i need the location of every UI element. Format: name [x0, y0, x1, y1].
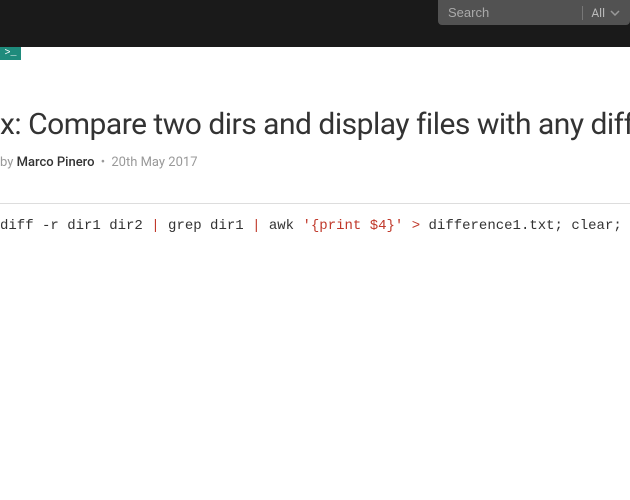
post-date: 20th May 2017 — [111, 155, 197, 170]
page-title: x: Compare two dirs and display files wi… — [0, 107, 630, 142]
search-divider — [582, 6, 583, 20]
search-input[interactable] — [448, 5, 574, 20]
tab-bar: >_ — [0, 47, 630, 60]
content-area: x: Compare two dirs and display files wi… — [0, 60, 630, 234]
code-text: awk — [260, 218, 302, 234]
code-text — [403, 218, 411, 234]
code-pipe: | — [151, 218, 159, 234]
search-filter-label: All — [591, 6, 605, 20]
search-container: All — [438, 0, 630, 25]
code-redirect: > — [412, 218, 420, 234]
post-meta: by Marco Pinero • 20th May 2017 — [0, 155, 630, 170]
code-text: diff -r dir1 dir2 — [0, 218, 151, 234]
by-label: by — [0, 155, 17, 170]
author-link[interactable]: Marco Pinero — [17, 155, 95, 170]
chevron-down-icon — [610, 10, 620, 16]
code-text: difference1.txt; clear; cat d — [420, 218, 630, 234]
code-string: '{print $4}' — [302, 218, 403, 234]
meta-separator: • — [97, 155, 108, 170]
terminal-tab-label: >_ — [4, 48, 16, 59]
terminal-tab[interactable]: >_ — [0, 47, 21, 60]
code-text: grep dir1 — [160, 218, 252, 234]
search-filter-dropdown[interactable]: All — [591, 6, 620, 20]
header-bar: All — [0, 0, 630, 47]
code-block: diff -r dir1 dir2 | grep dir1 | awk '{pr… — [0, 203, 630, 234]
